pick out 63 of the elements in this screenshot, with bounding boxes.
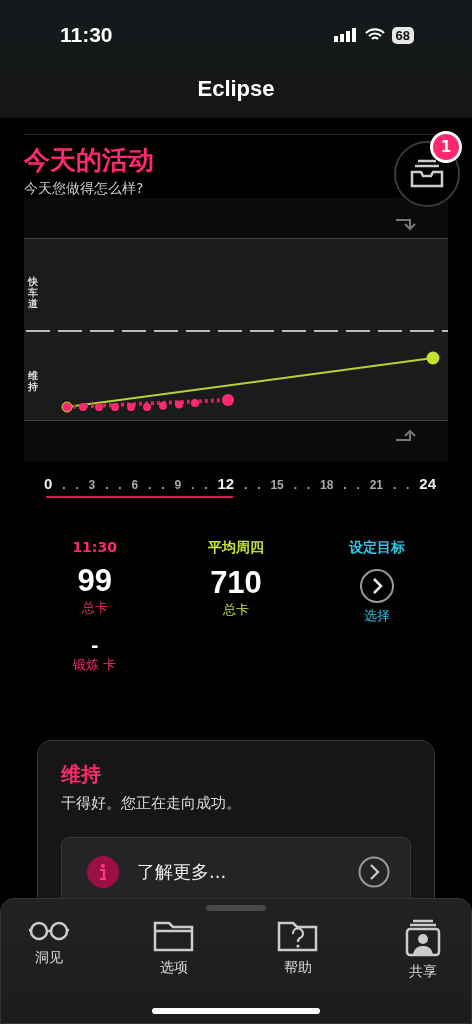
- glasses-icon: [27, 919, 71, 943]
- zone-label: 维持: [28, 370, 38, 392]
- zone-label: 快车道: [28, 276, 38, 309]
- down-turn-arrow-icon: [395, 219, 416, 231]
- stat-value: 99: [77, 563, 112, 599]
- axis-tick-label: 12: [217, 475, 235, 492]
- up-turn-arrow-icon: [395, 429, 416, 441]
- drag-handle[interactable]: [206, 905, 266, 911]
- tab-bar-item[interactable]: 共享: [392, 919, 453, 981]
- axis-tick-label: 21: [369, 478, 384, 492]
- card-title: 维持: [61, 761, 102, 788]
- inbox-tray-icon: [410, 159, 444, 189]
- stat-value: -: [90, 635, 99, 656]
- axis-tick-label: .: [392, 478, 397, 492]
- axis-tick-label: .: [406, 478, 410, 492]
- axis-tick-label: .: [62, 478, 66, 492]
- tab-bar-item[interactable]: 选项: [143, 919, 204, 981]
- axis-tick-label: .: [148, 478, 152, 492]
- stat-unit: 总卡: [223, 601, 249, 619]
- axis-tick-label: .: [257, 478, 261, 492]
- axis-tick-label: 24: [419, 475, 436, 492]
- axis-tick-label: .: [244, 478, 248, 492]
- goal-heading: 设定目标: [349, 539, 406, 557]
- stat-heading: 平均周四: [208, 539, 264, 557]
- axis-tick-label: .: [306, 478, 311, 492]
- stat-heading: 11:30: [72, 539, 117, 555]
- folder-icon: [152, 919, 195, 953]
- tab-bar-item[interactable]: 洞见: [19, 919, 79, 981]
- axis-tick-label: 15: [270, 478, 284, 492]
- select-label: 选择: [364, 607, 391, 625]
- help-folder-icon: [277, 919, 320, 953]
- status-time: 11:30: [60, 23, 113, 47]
- axis-tick-label: .: [293, 478, 297, 492]
- app-title: Eclipse: [197, 76, 275, 102]
- axis-tick-label: .: [75, 478, 79, 492]
- tab-bar-item[interactable]: 帮助: [268, 919, 329, 981]
- activity-subtitle: 今天您做得怎么样?: [24, 180, 144, 198]
- stat-unit: 锻炼 卡: [73, 656, 117, 674]
- axis-tick-label: 18: [320, 478, 334, 492]
- contact-card-icon: [404, 919, 441, 957]
- axis-tick-label: .: [204, 478, 208, 492]
- notification-badge: 1: [430, 131, 462, 163]
- set-goal-button[interactable]: [360, 569, 395, 603]
- info-icon: [99, 863, 107, 881]
- axis-tick-label: .: [356, 478, 360, 492]
- chevron-right-icon: [370, 577, 385, 595]
- battery-level: 68: [391, 26, 414, 44]
- axis-tick-label: 0: [44, 475, 53, 492]
- chevron-circle-icon: [358, 856, 390, 888]
- axis-tick-label: .: [105, 478, 109, 492]
- signal-icon: [333, 28, 358, 42]
- axis-tick-label: .: [118, 478, 122, 492]
- card-text: 干得好。您正在走向成功。: [61, 794, 242, 813]
- activity-title: 今天的活动: [24, 144, 154, 177]
- stat-value: 710: [210, 565, 262, 601]
- wifi-icon: [364, 28, 385, 42]
- axis-tick-label: 6: [131, 478, 139, 492]
- axis-tick-label: 3: [88, 478, 96, 492]
- axis-tick-label: .: [161, 478, 165, 492]
- axis-tick-label: .: [191, 478, 195, 492]
- axis-tick-label: .: [343, 478, 347, 492]
- axis-tick-label: 9: [174, 478, 182, 492]
- stat-unit: 总卡: [81, 599, 108, 617]
